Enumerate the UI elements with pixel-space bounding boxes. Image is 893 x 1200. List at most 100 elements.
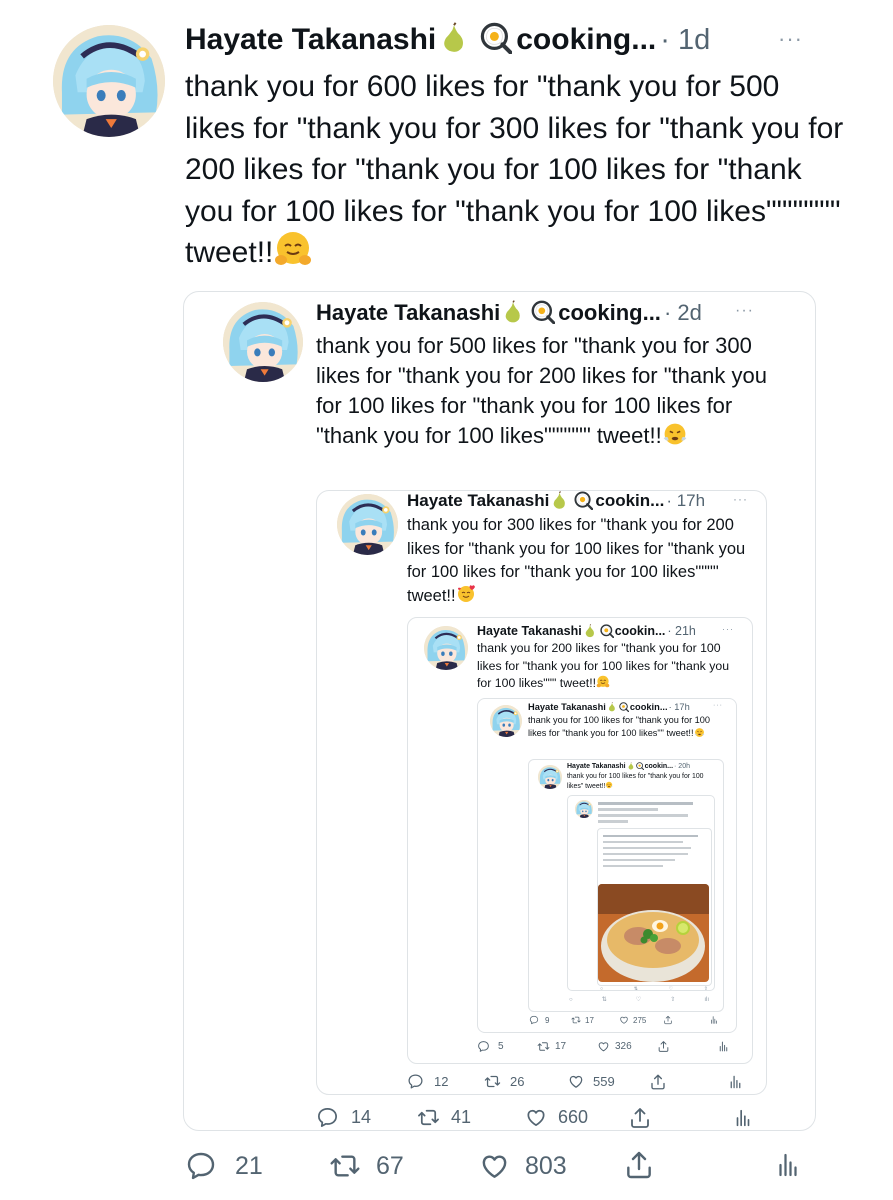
tweet-text: thank you for 300 likes for "thank you f… [407, 514, 752, 608]
avatar[interactable] [223, 302, 303, 382]
tweet-header: Hayate Takanashi cooking... · 1d [185, 20, 710, 60]
reply-count: 12 [434, 1074, 449, 1089]
author-handle[interactable]: cookin... [595, 491, 664, 510]
more-icon[interactable]: ··· [778, 26, 803, 52]
like-count: 660 [558, 1107, 589, 1127]
reply-icon [529, 1015, 539, 1025]
reply-button[interactable]: 14 [316, 1106, 371, 1129]
reply-count: 9 [545, 1015, 550, 1025]
reply-icon [477, 1040, 490, 1053]
avatar[interactable] [424, 626, 468, 670]
share-button[interactable] [663, 1015, 673, 1025]
pear-emoji [550, 491, 569, 510]
tweet-time[interactable]: · 1d [660, 24, 710, 56]
share-button[interactable] [628, 1106, 652, 1130]
author-name[interactable]: Hayate Takanashi [407, 491, 549, 510]
reply-button[interactable]: 5 [477, 1040, 504, 1053]
avatar[interactable] [538, 765, 562, 789]
analytics-button[interactable] [773, 1148, 803, 1182]
tweet-actions: 12 26 559 [407, 1073, 747, 1093]
author-name[interactable]: Hayate Takanashi [477, 624, 582, 638]
more-icon[interactable]: ··· [735, 302, 754, 320]
avatar[interactable] [490, 705, 522, 737]
retweet-icon [483, 1073, 502, 1090]
author-name[interactable]: Hayate Takanashi [316, 300, 500, 325]
tweet-time[interactable]: · 17h [666, 491, 705, 510]
tweet-time[interactable]: · 21h [667, 624, 696, 638]
tweet-header: Hayate Takanashi cookin... · 21h [477, 622, 696, 640]
author-name[interactable]: Hayate Takanashi [528, 702, 606, 712]
reply-icon [185, 1150, 217, 1182]
share-button[interactable] [657, 1040, 670, 1053]
author-handle[interactable]: cookin... [615, 624, 666, 638]
share-button[interactable] [623, 1148, 655, 1182]
share-button[interactable] [649, 1073, 667, 1091]
author-handle[interactable]: cookin... [645, 763, 673, 770]
ramen-photo[interactable] [598, 884, 709, 982]
more-icon[interactable]: ··· [733, 492, 748, 506]
author-handle[interactable]: cookin... [630, 702, 668, 712]
tweet-actions: 5 17 326 [477, 1040, 737, 1056]
share-icon [657, 1040, 670, 1053]
tweet-time[interactable]: · 17h [669, 702, 690, 712]
like-icon [524, 1106, 548, 1129]
tweet-actions: 21 67 803 [185, 1150, 805, 1186]
author-name[interactable]: Hayate Takanashi [185, 23, 436, 56]
like-icon [619, 1015, 629, 1025]
analytics-button[interactable] [709, 1015, 719, 1025]
reply-count: 5 [498, 1041, 504, 1052]
retweet-button[interactable]: 41 [416, 1106, 471, 1129]
author-handle[interactable]: cooking... [516, 23, 656, 56]
fried-egg-emoji [574, 491, 593, 510]
retweet-button[interactable]: 26 [483, 1073, 524, 1090]
analytics-button[interactable] [727, 1073, 744, 1091]
fried-egg-emoji [619, 702, 629, 712]
avatar[interactable] [53, 25, 165, 137]
retweet-count: 17 [555, 1041, 567, 1052]
like-button[interactable]: 326 [597, 1040, 632, 1053]
retweet-button[interactable]: 17 [571, 1015, 594, 1025]
retweet-button[interactable]: 67 [328, 1150, 404, 1182]
share-icon [628, 1106, 652, 1130]
tweet-header: Hayate Takanashi cookin...· 17h [407, 489, 705, 513]
like-button[interactable]: 660 [524, 1106, 588, 1129]
fried-egg-emoji [636, 762, 644, 770]
retweet-button[interactable]: 17 [537, 1040, 566, 1053]
retweet-count: 26 [510, 1074, 525, 1089]
like-button[interactable]: 559 [567, 1073, 615, 1090]
tweet-actions: ○ ⇅ ♡ ⇧ ılı [569, 997, 709, 1003]
analytics-button[interactable] [717, 1040, 730, 1053]
tweet-text: thank you for 200 likes for "thank you f… [477, 640, 737, 693]
avatar[interactable] [337, 494, 398, 555]
author-name[interactable]: Hayate Takanashi [567, 763, 626, 770]
like-icon [478, 1150, 511, 1182]
tweet-actions: ○ ⇅ ♡ ⇧ [600, 986, 708, 992]
tweet-text: thank you for 100 likes for "thank you f… [528, 714, 723, 740]
author-handle[interactable]: cooking... [558, 300, 661, 325]
reply-button[interactable]: 9 [529, 1015, 549, 1025]
like-button[interactable]: 803 [478, 1150, 567, 1182]
like-icon [567, 1073, 585, 1090]
more-icon[interactable]: ··· [722, 624, 734, 634]
reply-button[interactable]: 21 [185, 1150, 263, 1182]
pear-emoji [438, 22, 470, 54]
analytics-button[interactable] [732, 1106, 754, 1130]
tweet-time[interactable]: · 2d [664, 300, 702, 325]
like-count: 275 [633, 1015, 647, 1025]
tweet-text-content: thank you for 500 likes for "thank you f… [316, 333, 767, 448]
analytics-icon [727, 1073, 744, 1091]
like-button[interactable]: 275 [619, 1015, 646, 1025]
tweet-text-content: thank you for 100 likes for "thank you f… [528, 715, 711, 738]
tweet-time[interactable]: · 20h [674, 763, 690, 770]
reply-button[interactable]: 12 [407, 1073, 448, 1090]
more-icon[interactable]: ··· [713, 702, 723, 709]
tweet-header: Hayate Takanashi cooking... · 2d [316, 298, 702, 328]
tweet-actions: 14 41 660 [316, 1106, 766, 1132]
pear-emoji [607, 702, 617, 712]
reply-count: 14 [351, 1107, 372, 1127]
retweet-icon [537, 1040, 550, 1053]
like-count: 326 [615, 1041, 632, 1052]
tweet-header: Hayate Takanashi cookin...· 20h [567, 762, 690, 772]
retweet-icon [571, 1015, 581, 1025]
avatar[interactable] [575, 800, 593, 818]
